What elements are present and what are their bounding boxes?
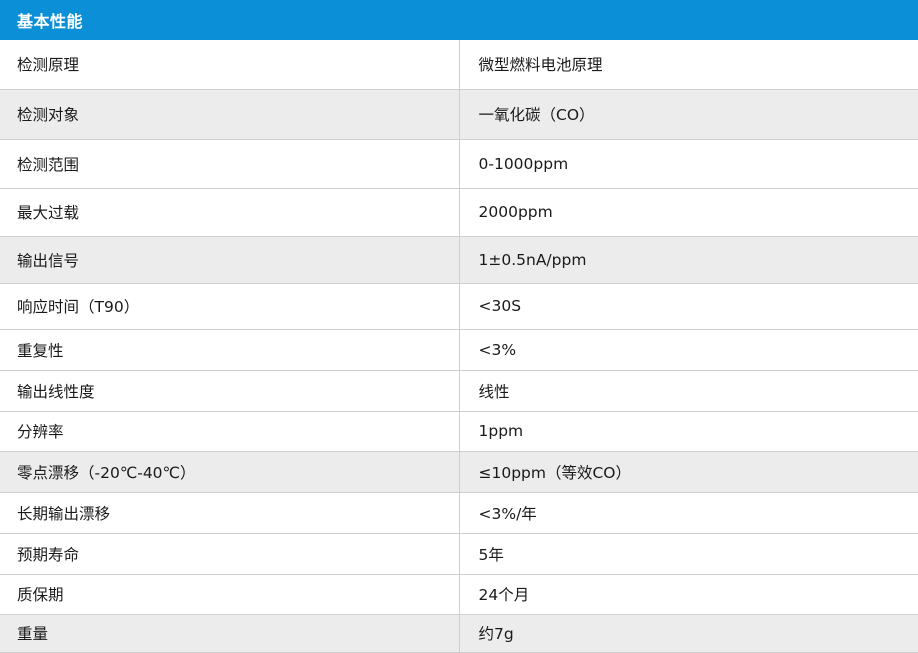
row-label: 预期寿命: [0, 533, 460, 575]
table-row: 输出线性度 线性: [0, 370, 918, 412]
table-row: 输出信号 1±0.5nA/ppm: [0, 236, 918, 284]
table-row: 质保期 24个月: [0, 574, 918, 615]
row-label: 响应时间（T90）: [0, 283, 460, 330]
table-row: 重量 约7g: [0, 614, 918, 653]
row-label: 长期输出漂移: [0, 492, 460, 534]
row-label: 输出线性度: [0, 370, 460, 412]
table-row: 零点漂移（-20℃-40℃） ≤10ppm（等效CO）: [0, 451, 918, 493]
table-row: 检测原理 微型燃料电池原理: [0, 40, 918, 90]
table-row: 长期输出漂移 <3%/年: [0, 492, 918, 534]
row-value: <3%/年: [459, 492, 918, 534]
row-value: 24个月: [459, 574, 918, 615]
row-value: 5年: [459, 533, 918, 575]
table-row: 预期寿命 5年: [0, 533, 918, 575]
row-value: 微型燃料电池原理: [459, 40, 918, 90]
table-row: 检测对象 一氧化碳（CO）: [0, 89, 918, 140]
row-value: 0-1000ppm: [459, 139, 918, 189]
row-label: 重量: [0, 614, 460, 653]
row-label: 重复性: [0, 329, 460, 371]
row-value: 1ppm: [459, 411, 918, 452]
table-title: 基本性能: [0, 0, 918, 40]
row-value: <3%: [459, 329, 918, 371]
table-row: 检测范围 0-1000ppm: [0, 139, 918, 189]
row-label: 输出信号: [0, 236, 460, 284]
row-value: ≤10ppm（等效CO）: [459, 451, 918, 493]
row-label: 分辨率: [0, 411, 460, 452]
table-header-row: 基本性能: [0, 0, 918, 40]
row-label: 最大过载: [0, 188, 460, 237]
row-label: 检测范围: [0, 139, 460, 189]
table-row: 响应时间（T90） <30S: [0, 283, 918, 330]
row-value: <30S: [459, 283, 918, 330]
row-label: 检测对象: [0, 89, 460, 140]
row-value: 2000ppm: [459, 188, 918, 237]
row-value: 约7g: [459, 614, 918, 653]
row-value: 线性: [459, 370, 918, 412]
table-row: 分辨率 1ppm: [0, 411, 918, 452]
row-value: 一氧化碳（CO）: [459, 89, 918, 140]
row-label: 零点漂移（-20℃-40℃）: [0, 451, 460, 493]
table-row: 最大过载 2000ppm: [0, 188, 918, 237]
row-label: 质保期: [0, 574, 460, 615]
row-label: 检测原理: [0, 40, 460, 90]
table-row: 重复性 <3%: [0, 329, 918, 371]
spec-table: 基本性能 检测原理 微型燃料电池原理 检测对象 一氧化碳（CO） 检测范围 0-…: [0, 0, 918, 653]
row-value: 1±0.5nA/ppm: [459, 236, 918, 284]
